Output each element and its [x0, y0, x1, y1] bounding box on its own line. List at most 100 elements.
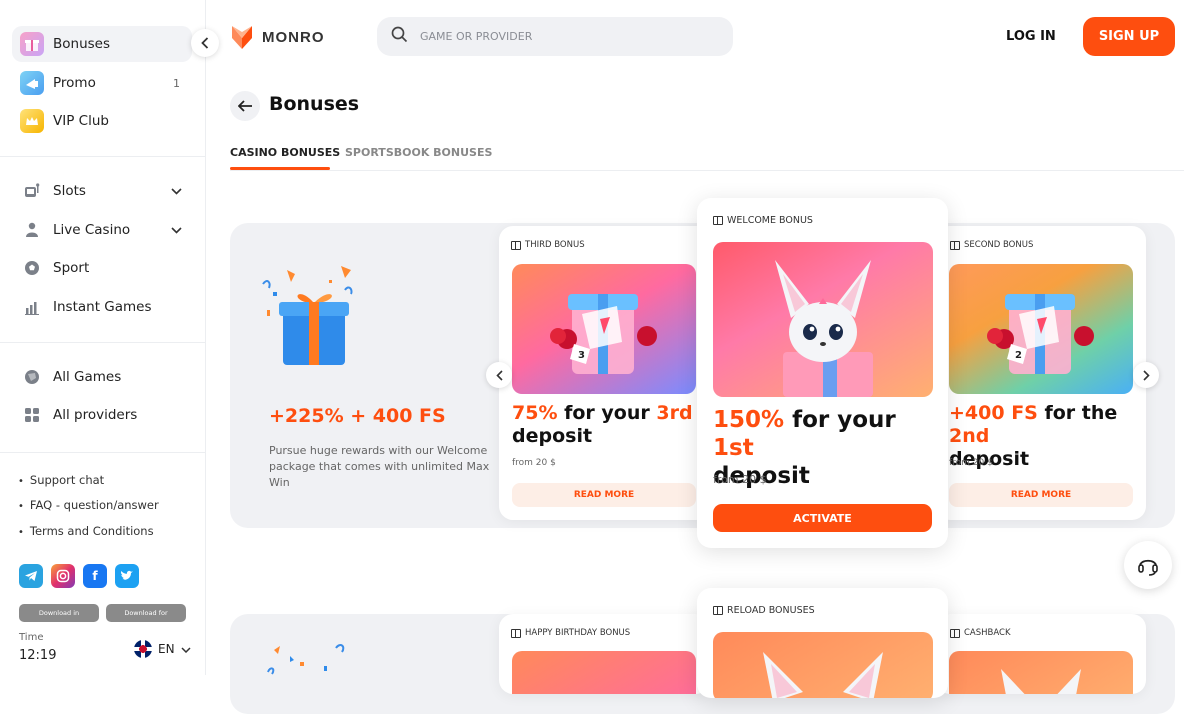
read-more-button[interactable]: READ MORE	[949, 483, 1133, 507]
gift-icon	[713, 216, 723, 225]
logo-mark-icon	[232, 26, 252, 49]
telegram-icon[interactable]	[19, 564, 43, 588]
divider	[0, 342, 206, 343]
bonus-card-second[interactable]: SECOND BONUS 2 +400 FS for the 2nd deposi…	[936, 226, 1146, 520]
promo-icon	[20, 71, 44, 95]
read-more-button[interactable]: READ MORE	[512, 483, 696, 507]
sidebar-item-promo[interactable]: Promo 1	[12, 65, 192, 101]
card-label: CASHBACK	[950, 628, 1011, 638]
twitter-icon[interactable]	[115, 564, 139, 588]
card-image	[949, 651, 1133, 694]
svg-text:2: 2	[1015, 350, 1022, 361]
card-image: 3	[512, 264, 696, 394]
signup-button[interactable]: SIGN UP	[1083, 17, 1175, 56]
sidebar-item-instant-games[interactable]: Instant Games	[12, 289, 192, 325]
card-label: WELCOME BONUS	[713, 215, 813, 226]
sidebar-item-all-games[interactable]: All Games	[12, 359, 192, 395]
sidebar-item-label: Instant Games	[53, 299, 152, 315]
gift-icon	[511, 240, 521, 250]
search-bar[interactable]	[377, 17, 733, 56]
sidebar-item-label: Live Casino	[53, 222, 131, 238]
card-title: 75% for your 3rd deposit	[512, 402, 693, 448]
bonus-card-birthday[interactable]: HAPPY BIRTHDAY BONUS	[499, 614, 710, 694]
android-download-button[interactable]: Download for	[106, 604, 186, 622]
back-button[interactable]	[230, 91, 260, 121]
search-icon	[391, 26, 408, 47]
soccer-ball-icon	[20, 256, 44, 280]
uk-flag-icon	[134, 640, 152, 658]
time-label: Time	[19, 632, 44, 643]
language-selector[interactable]: EN	[134, 640, 191, 658]
bonus-card-reload[interactable]: RELOAD BONUSES	[697, 588, 948, 698]
terms-link[interactable]: Terms and Conditions	[18, 524, 154, 538]
app-store-button[interactable]: Download in	[19, 604, 99, 622]
sidebar: Bonuses Promo 1 VIP Club Slots Live Casi…	[0, 0, 206, 675]
page-title: Bonuses	[269, 93, 360, 115]
grid-icon	[20, 403, 44, 427]
tab-sportsbook-bonuses[interactable]: SPORTSBOOK BONUSES	[345, 146, 492, 159]
tabs-divider	[230, 170, 1184, 171]
sidebar-item-live-casino[interactable]: Live Casino	[12, 212, 192, 248]
card-image: 2	[949, 264, 1133, 394]
sidebar-item-bonuses[interactable]: Bonuses	[12, 26, 192, 62]
bonus-card-cashback[interactable]: CASHBACK	[936, 614, 1146, 694]
min-deposit: from 20 $	[949, 458, 993, 468]
svg-text:3: 3	[578, 350, 585, 361]
card-image	[512, 651, 696, 694]
bonus-card-third[interactable]: THIRD BONUS 3 75% for your 3rd deposit fr…	[499, 226, 710, 520]
promo-count-badge: 1	[173, 76, 180, 90]
sidebar-item-slots[interactable]: Slots	[12, 173, 192, 209]
gift-icon	[20, 32, 44, 56]
promo-title: +225% + 400 FS	[269, 405, 446, 427]
faq-link[interactable]: FAQ - question/answer	[18, 498, 159, 512]
sidebar-item-label: VIP Club	[53, 113, 109, 129]
sidebar-item-sport[interactable]: Sport	[12, 250, 192, 286]
language-code: EN	[158, 642, 175, 656]
chevron-down-icon	[181, 642, 191, 656]
tab-casino-bonuses[interactable]: CASINO BONUSES	[230, 146, 340, 159]
facebook-icon[interactable]: f	[83, 564, 107, 588]
min-deposit: from 20 $	[713, 473, 767, 486]
instagram-icon[interactable]	[51, 564, 75, 588]
slot-machine-icon	[20, 179, 44, 203]
gift-box-illustration	[255, 262, 365, 376]
sidebar-item-label: All Games	[53, 369, 122, 385]
sidebar-item-label: Promo	[53, 75, 96, 91]
logo[interactable]: MONRO	[230, 24, 325, 50]
chevron-down-icon[interactable]	[171, 185, 182, 198]
sidebar-item-label: Slots	[53, 183, 86, 199]
sidebar-item-label: Bonuses	[53, 36, 111, 52]
carousel-prev-button[interactable]	[486, 362, 512, 388]
support-chat-button[interactable]	[1124, 541, 1172, 589]
chevron-down-icon[interactable]	[171, 224, 182, 237]
gift-icon	[950, 628, 960, 638]
logo-text: MONRO	[262, 28, 325, 46]
collapse-sidebar-button[interactable]	[191, 29, 219, 57]
bar-chart-icon	[20, 295, 44, 319]
confetti-illustration	[260, 640, 360, 679]
gift-icon	[950, 240, 960, 250]
gift-icon	[511, 628, 521, 638]
divider	[0, 156, 206, 157]
activate-button[interactable]: ACTIVATE	[713, 504, 932, 532]
card-image	[713, 242, 933, 397]
gift-icon	[713, 606, 723, 615]
login-button[interactable]: LOG IN	[1006, 29, 1056, 44]
card-label: THIRD BONUS	[511, 240, 585, 250]
globe-icon	[20, 365, 44, 389]
support-chat-link[interactable]: Support chat	[18, 473, 104, 487]
promo-description: Pursue huge rewards with our Welcome pac…	[269, 444, 490, 489]
carousel-next-button[interactable]	[1133, 362, 1159, 388]
card-label: SECOND BONUS	[950, 240, 1033, 250]
sidebar-item-label: All providers	[53, 407, 138, 423]
crown-icon	[20, 109, 44, 133]
min-deposit: from 20 $	[512, 458, 556, 468]
chevron-right-icon	[1142, 369, 1150, 381]
chevron-left-icon	[495, 369, 503, 381]
bonus-card-welcome[interactable]: WELCOME BONUS 150% for your 1st deposit f…	[697, 198, 948, 548]
sidebar-item-vip-club[interactable]: VIP Club	[12, 103, 192, 139]
card-label: RELOAD BONUSES	[713, 605, 815, 616]
search-input[interactable]	[420, 30, 700, 43]
sidebar-item-all-providers[interactable]: All providers	[12, 397, 192, 433]
card-image	[713, 632, 933, 698]
